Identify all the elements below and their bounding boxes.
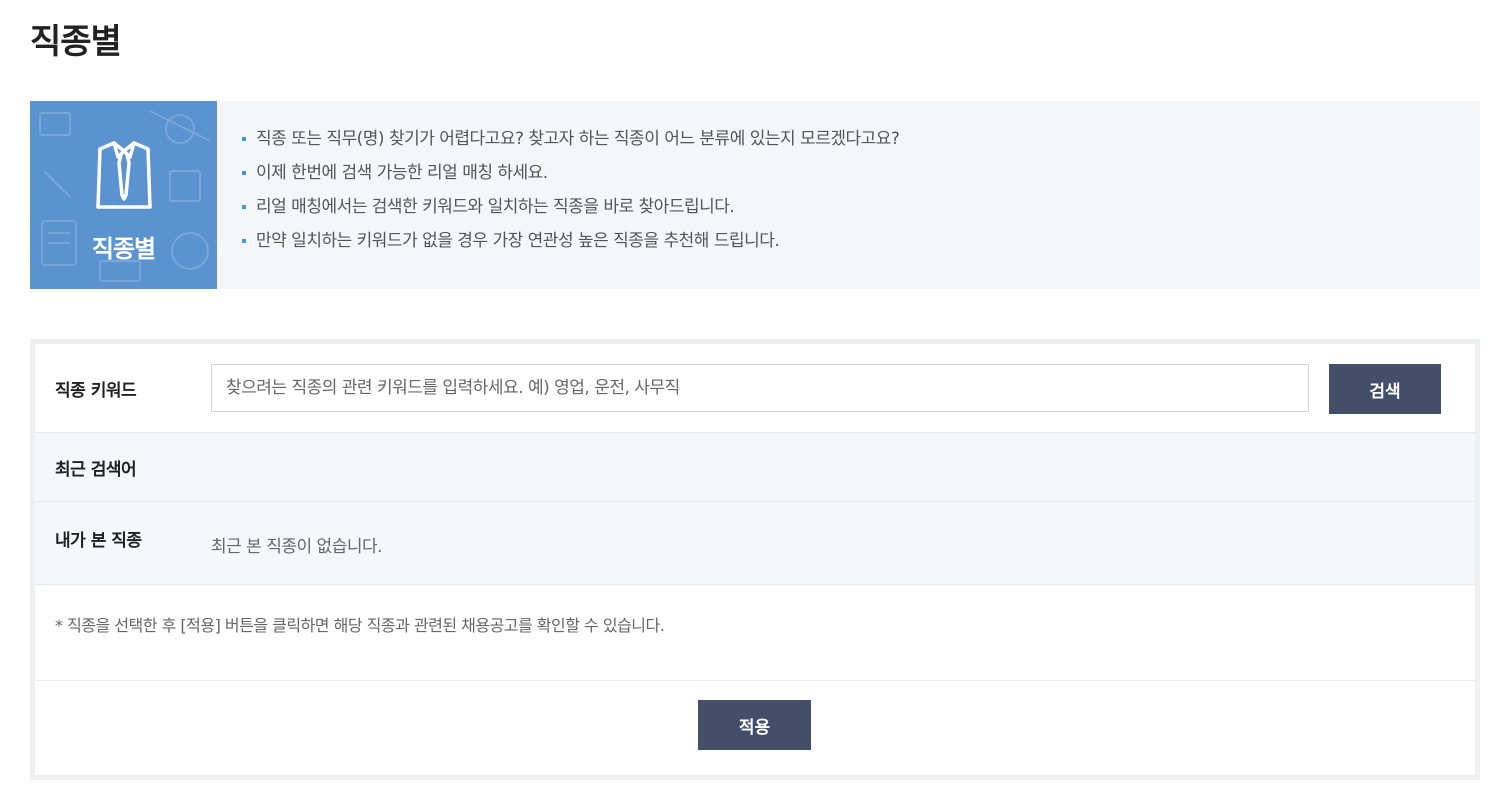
info-text: 직종 또는 직무(명) 찾기가 어렵다고요? 찾고자 하는 직종이 어느 분류에…	[256, 129, 900, 149]
banner-icon-label: 직종별	[91, 235, 156, 263]
bullet-icon	[242, 205, 246, 209]
info-list: 직종 또는 직무(명) 찾기가 어렵다고요? 찾고자 하는 직종이 어느 분류에…	[242, 125, 900, 261]
viewed-jobs-row: 내가 본 직종 최근 본 직종이 없습니다.	[35, 502, 1475, 585]
keyword-row: 직종 키워드 검색	[35, 344, 1475, 433]
search-button[interactable]: 검색	[1329, 364, 1441, 414]
info-text: 만약 일치하는 키워드가 없을 경우 가장 연관성 높은 직종을 추천해 드립니…	[256, 231, 780, 251]
keyword-label: 직종 키워드	[55, 381, 137, 401]
search-panel: 직종 키워드 검색 최근 검색어 내가 본 직종 최근 본 직종이 없습니다. …	[30, 339, 1480, 780]
info-text: 리얼 매칭에서는 검색한 키워드와 일치하는 직종을 바로 찾아드립니다.	[256, 197, 735, 217]
bullet-icon	[242, 171, 246, 175]
shirt-tie-icon	[96, 141, 152, 209]
viewed-jobs-label: 내가 본 직종	[55, 531, 142, 551]
keyword-search-input[interactable]	[211, 364, 1309, 412]
banner-icon-box: 직종별	[30, 101, 217, 289]
info-list-item: 직종 또는 직무(명) 찾기가 어렵다고요? 찾고자 하는 직종이 어느 분류에…	[242, 125, 900, 159]
info-banner: 직종별 직종 또는 직무(명) 찾기가 어렵다고요? 찾고자 하는 직종이 어느…	[30, 101, 1480, 289]
divider	[35, 680, 1475, 681]
recent-search-row: 최근 검색어	[35, 433, 1475, 502]
bullet-icon	[242, 239, 246, 243]
info-text: 이제 한번에 검색 가능한 리얼 매칭 하세요.	[256, 163, 548, 183]
bullet-icon	[242, 137, 246, 141]
apply-button[interactable]: 적용	[698, 700, 811, 750]
info-list-item: 이제 한번에 검색 가능한 리얼 매칭 하세요.	[242, 159, 899, 193]
page-title: 직종별	[30, 22, 122, 62]
info-list-item: 리얼 매칭에서는 검색한 키워드와 일치하는 직종을 바로 찾아드립니다.	[242, 193, 899, 227]
recent-search-label: 최근 검색어	[55, 460, 137, 480]
apply-notice: * 직종을 선택한 후 [적용] 버튼을 클릭하면 해당 직종과 관련된 채용공…	[55, 616, 665, 635]
viewed-jobs-empty-text: 최근 본 직종이 없습니다.	[211, 537, 383, 557]
info-list-item: 만약 일치하는 키워드가 없을 경우 가장 연관성 높은 직종을 추천해 드립니…	[242, 227, 899, 261]
